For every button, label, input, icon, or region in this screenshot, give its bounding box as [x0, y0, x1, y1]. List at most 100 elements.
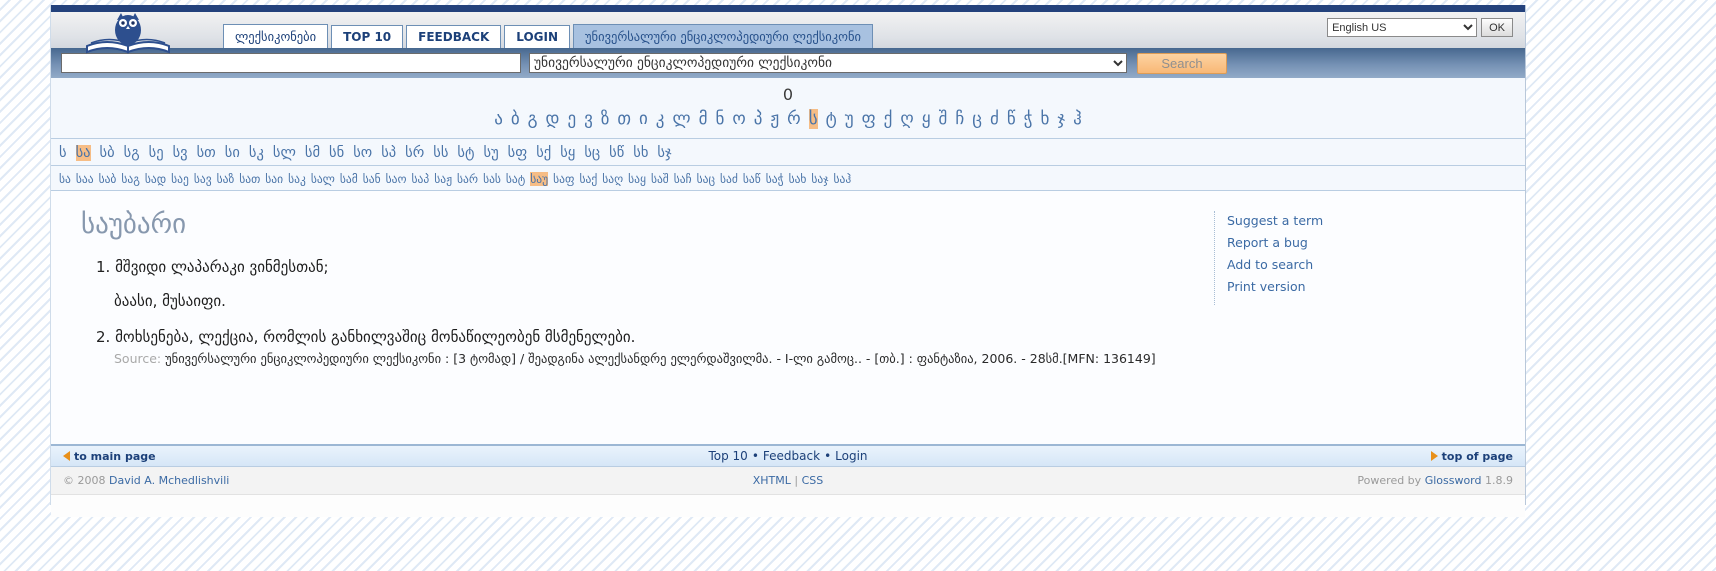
footer-top10-link[interactable]: Top 10 [708, 449, 747, 463]
prefix2-link[interactable]: სე [149, 145, 164, 161]
prefix3-link[interactable]: საზ [217, 172, 235, 186]
tab-current-dictionary[interactable]: უნივერსალური ენციკლოპედიური ლექსიკონი [573, 24, 873, 48]
alphabet-letter-link[interactable]: ძ [990, 109, 999, 129]
prefix2-link[interactable]: სლ [273, 145, 296, 161]
language-ok-button[interactable]: OK [1481, 18, 1513, 37]
prefix3-link[interactable]: საძ [720, 172, 738, 186]
prefix3-link[interactable]: საჟ [434, 172, 452, 186]
prefix3-link[interactable]: სა [59, 172, 71, 186]
css-link[interactable]: CSS [802, 474, 824, 487]
prefix2-link[interactable]: სყ [560, 145, 575, 161]
prefix3-link[interactable]: საგ [121, 172, 140, 186]
prefix3-link[interactable]: საღ [602, 172, 623, 186]
alphabet-letter-link[interactable]: ზ [601, 109, 610, 129]
prefix2-link[interactable]: სი [225, 145, 240, 161]
prefix3-link[interactable]: საჰ [834, 172, 852, 186]
alphabet-letter-link[interactable]: დ [546, 109, 560, 129]
alphabet-letter-link[interactable]: კ [656, 109, 665, 129]
prefix3-link[interactable]: სად [145, 172, 166, 186]
prefix3-link[interactable]: საბ [99, 172, 117, 186]
prefix3-link[interactable]: საც [697, 172, 715, 186]
alphabet-letter-link[interactable]: ე [567, 109, 576, 129]
prefix3-link[interactable]: საჭ [766, 172, 784, 186]
tab-feedback[interactable]: FEEDBACK [406, 25, 502, 48]
alphabet-letter-link[interactable]: ა [494, 109, 503, 129]
alphabet-letter-link[interactable]: რ [787, 109, 801, 129]
prefix3-link[interactable]: საო [386, 172, 407, 186]
sidebar-link[interactable]: Report a bug [1227, 235, 1514, 250]
prefix3-link[interactable]: სან [363, 172, 381, 186]
prefix3-link[interactable]: სამ [340, 172, 358, 186]
alphabet-letter-link[interactable]: ჟ [770, 109, 779, 129]
alphabet-letter-link[interactable]: ს [808, 109, 818, 129]
alphabet-letter-link[interactable]: ფ [862, 109, 876, 129]
alphabet-letter-link[interactable]: ვ [584, 109, 593, 129]
prefix3-link[interactable]: საფ [553, 172, 574, 186]
prefix3-link[interactable]: საქ [580, 172, 598, 186]
alphabet-letter-link[interactable]: პ [754, 109, 763, 129]
alphabet-letter-link[interactable]: ბ [511, 109, 520, 129]
alphabet-letter-link[interactable]: ი [639, 109, 648, 129]
prefix2-link[interactable]: ს [59, 145, 67, 161]
alphabet-letter-link[interactable]: მ [699, 109, 708, 129]
prefix2-link[interactable]: სკ [249, 145, 264, 161]
footer-feedback-link[interactable]: Feedback [763, 449, 820, 463]
alphabet-letter-link[interactable]: წ [1007, 109, 1016, 129]
prefix2-link[interactable]: სვ [173, 145, 188, 161]
prefix3-link[interactable]: საა [76, 172, 94, 186]
prefix2-link[interactable]: სა [75, 145, 91, 161]
prefix2-link[interactable]: სწ [609, 145, 624, 161]
alphabet-letter-link[interactable]: გ [528, 109, 538, 129]
prefix2-link[interactable]: სხ [633, 145, 648, 161]
language-select[interactable]: English US [1327, 18, 1478, 37]
tab-login[interactable]: LOGIN [504, 25, 571, 48]
prefix2-link[interactable]: სუ [484, 145, 499, 161]
sidebar-link[interactable]: Print version [1227, 279, 1514, 294]
prefix3-link[interactable]: საი [265, 172, 283, 186]
sidebar-link[interactable]: Suggest a term [1227, 213, 1514, 228]
alphabet-letter-link[interactable]: ყ [922, 109, 931, 129]
prefix2-link[interactable]: სბ [100, 145, 115, 161]
prefix2-link[interactable]: სრ [405, 145, 424, 161]
alphabet-letter-link[interactable]: ნ [715, 109, 724, 129]
prefix2-link[interactable]: სთ [197, 145, 216, 161]
sidebar-link[interactable]: Add to search [1227, 257, 1514, 272]
alphabet-letter-link[interactable]: ჯ [1057, 109, 1065, 129]
prefix2-link[interactable]: სფ [508, 145, 528, 161]
prefix3-link[interactable]: სატ [506, 172, 525, 186]
alphabet-letter-link[interactable]: ო [732, 109, 745, 129]
tab-top10[interactable]: TOP 10 [331, 25, 404, 48]
prefix3-link[interactable]: სარ [457, 172, 478, 186]
footer-login-link[interactable]: Login [835, 449, 867, 463]
alphabet-letter-link[interactable]: ჰ [1073, 109, 1082, 129]
search-button[interactable]: Search [1137, 52, 1227, 74]
alphabet-letter-link[interactable]: ც [972, 109, 982, 129]
alphabet-letter-link[interactable]: თ [617, 109, 631, 129]
prefix3-link[interactable]: საპ [412, 172, 430, 186]
tab-dictionaries[interactable]: ლექსიკონები [223, 24, 329, 48]
prefix3-link[interactable]: საშ [651, 172, 669, 186]
alphabet-letter-link[interactable]: უ [845, 109, 854, 129]
prefix3-link[interactable]: საუ [530, 172, 549, 186]
prefix2-link[interactable]: სჯ [657, 145, 671, 161]
prefix3-link[interactable]: საე [171, 172, 189, 186]
prefix3-link[interactable]: სას [483, 172, 501, 186]
prefix2-link[interactable]: სს [433, 145, 448, 161]
prefix3-link[interactable]: საკ [288, 172, 306, 186]
prefix3-link[interactable]: საჯ [811, 172, 828, 186]
prefix3-link[interactable]: სავ [194, 172, 212, 186]
prefix2-link[interactable]: სც [584, 145, 600, 161]
search-input[interactable] [61, 53, 521, 73]
dictionary-select[interactable]: უნივერსალური ენციკლოპედიური ლექსიკონი [529, 53, 1127, 73]
prefix2-link[interactable]: სმ [305, 145, 320, 161]
alphabet-letter-link[interactable]: ღ [900, 109, 913, 129]
prefix3-link[interactable]: საწ [743, 172, 761, 186]
prefix2-link[interactable]: სნ [329, 145, 344, 161]
prefix3-link[interactable]: სათ [239, 172, 260, 186]
prefix3-link[interactable]: საყ [628, 172, 646, 186]
alphabet-letter-link[interactable]: ლ [672, 109, 690, 129]
prefix2-link[interactable]: სპ [381, 145, 396, 161]
alphabet-letter-link[interactable]: ჭ [1024, 109, 1033, 129]
prefix3-link[interactable]: სალ [311, 172, 335, 186]
alphabet-letter-link[interactable]: ხ [1041, 109, 1050, 129]
